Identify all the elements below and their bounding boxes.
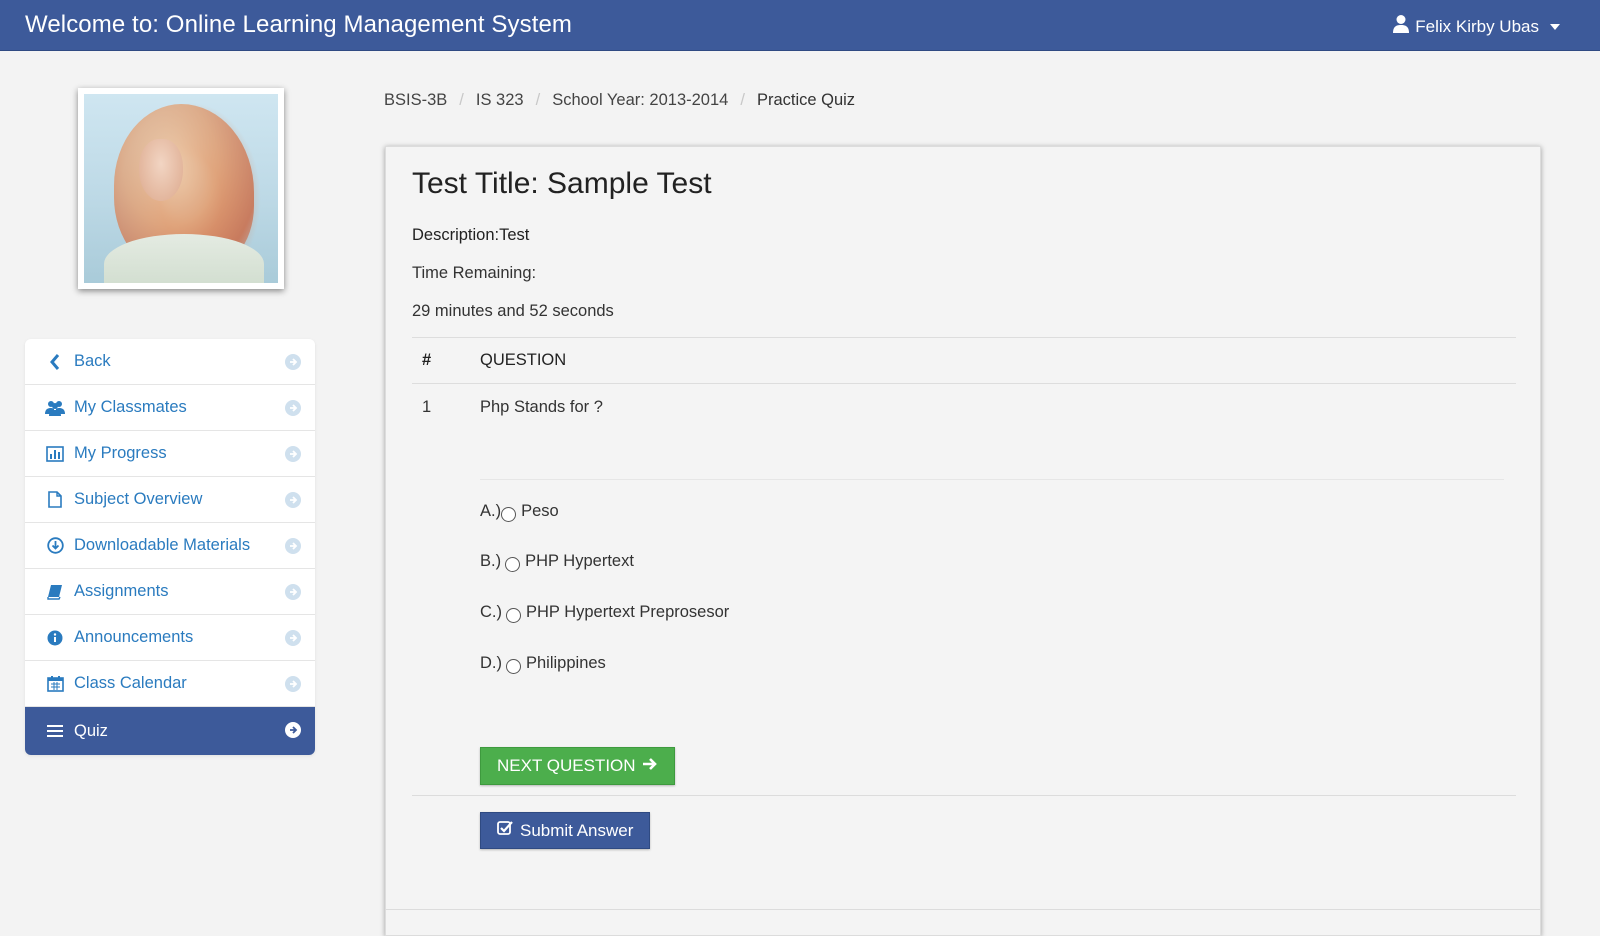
info-icon [45,628,65,648]
sidebar-item-quiz[interactable]: Quiz [25,707,315,755]
sidebar-item-assignments[interactable]: Assignments [25,569,315,615]
table-row: 1 Php Stands for ? [412,384,1516,431]
sidebar-item-announcements[interactable]: Announcements [25,615,315,661]
sidebar-item-label: Back [74,352,111,370]
breadcrumb-item-school-year[interactable]: School Year: 2013-2014 [552,91,728,110]
question-number: 1 [422,398,432,416]
sidebar-item-my-progress[interactable]: My Progress [25,431,315,477]
submit-answer-label: Submit Answer [520,820,634,840]
file-icon [45,490,65,510]
user-icon [1392,14,1410,39]
circle-arrow-right-icon [285,538,301,554]
test-title: Test Title: Sample Test [412,167,712,200]
breadcrumb: BSIS-3B / IS 323 / School Year: 2013-201… [384,91,855,110]
sidebar-item-label: Announcements [74,628,194,646]
circle-arrow-right-icon [285,400,301,416]
circle-arrow-right-icon [285,630,301,646]
question-table: # QUESTION 1 Php Stands for ? [412,337,1516,480]
sidebar-item-label: Subject Overview [74,490,203,508]
time-remaining-label: Time Remaining: [412,264,537,282]
submit-answer-button[interactable]: Submit Answer [480,812,651,849]
download-icon [45,536,65,556]
quiz-panel: Test Title: Sample Test Description:Test… [385,146,1541,936]
profile-photo-frame [78,88,284,289]
circle-arrow-right-icon [285,722,301,738]
choice-b[interactable]: B.) PHP Hypertext [480,552,634,572]
chevron-left-icon [45,352,65,372]
circle-arrow-right-icon [285,584,301,600]
sidebar-item-label: Downloadable Materials [74,536,251,554]
sidebar-item-label: Quiz [74,721,108,740]
question-text: Php Stands for ? [480,398,603,416]
divider [386,909,1540,910]
profile-photo [84,94,278,283]
sidebar-item-back[interactable]: Back [25,339,315,385]
choice-text: PHP Hypertext Preprosesor [526,603,730,621]
sidebar-item-label: My Progress [74,444,167,462]
test-description: Description:Test [412,226,530,244]
circle-arrow-right-icon [285,446,301,462]
user-menu[interactable]: Felix Kirby Ubas [1392,14,1560,39]
next-question-label: NEXT QUESTION [497,756,636,775]
radio-choice-a[interactable] [501,507,517,522]
app-title[interactable]: Welcome to: Online Learning Management S… [25,11,572,39]
user-name: Felix Kirby Ubas [1415,16,1539,36]
breadcrumb-current: Practice Quiz [756,91,856,109]
sidebar-item-class-calendar[interactable]: Class Calendar [25,661,315,707]
table-header: # QUESTION [412,337,1516,384]
sidebar-item-label: My Classmates [74,398,187,416]
sidebar-item-subject-overview[interactable]: Subject Overview [25,477,315,523]
bar-chart-icon [45,444,65,464]
column-header-question: QUESTION [480,351,567,369]
choice-text: PHP Hypertext [525,552,634,570]
book-icon [45,582,65,602]
check-square-icon [497,820,513,841]
sidebar-item-my-classmates[interactable]: My Classmates [25,385,315,431]
choice-d[interactable]: D.) Philippines [480,654,606,674]
breadcrumb-item-class[interactable]: BSIS-3B [384,91,447,110]
breadcrumb-separator: / [740,91,745,109]
choice-a[interactable]: A.) Peso [480,502,559,522]
list-icon [45,721,65,741]
radio-choice-c[interactable] [506,608,521,623]
top-navbar: Welcome to: Online Learning Management S… [0,0,1600,51]
radio-choice-d[interactable] [506,659,521,674]
arrow-right-icon [642,756,658,776]
next-question-button[interactable]: NEXT QUESTION [480,747,675,785]
choice-letter: B.) [480,552,502,570]
circle-arrow-right-icon [285,676,301,692]
choice-letter: C.) [480,603,502,621]
column-header-num: # [422,351,432,369]
breadcrumb-separator: / [459,91,464,109]
photo-face [139,139,183,201]
choice-text: Peso [521,502,559,520]
caret-down-icon [1550,23,1560,30]
sidebar-item-downloadable-materials[interactable]: Downloadable Materials [25,523,315,569]
divider [412,795,1516,796]
choice-text: Philippines [526,654,606,672]
circle-arrow-right-icon [285,354,301,370]
circle-arrow-right-icon [285,492,301,508]
choice-letter: D.) [480,654,502,672]
calendar-icon [45,674,65,694]
divider [480,479,1504,480]
choice-letter: A.) [480,502,502,520]
radio-choice-b[interactable] [505,557,521,572]
choice-c[interactable]: C.) PHP Hypertext Preprosesor [480,603,730,623]
breadcrumb-item-subject[interactable]: IS 323 [476,91,524,110]
breadcrumb-separator: / [535,91,541,109]
sidebar-item-label: Class Calendar [74,674,187,692]
users-icon [45,398,65,418]
sidebar-nav: Back My Classmates My Progress Subject O… [25,339,315,755]
time-remaining-value: 29 minutes and 52 seconds [412,302,614,320]
sidebar-item-label: Assignments [74,582,169,600]
